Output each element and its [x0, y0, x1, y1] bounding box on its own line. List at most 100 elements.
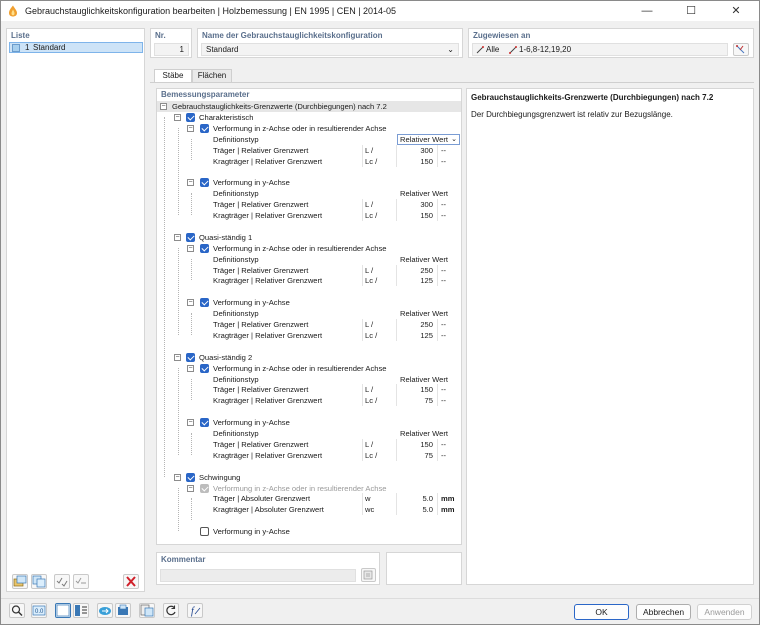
direction-checkbox[interactable] — [200, 123, 209, 133]
limit-value-row[interactable]: Träger | Relativer Grenzwert L / 250 -- — [157, 319, 461, 330]
limit-value[interactable]: 300 — [397, 145, 433, 156]
close-window-button[interactable]: ✕ — [714, 1, 758, 21]
defaults-button[interactable] — [139, 603, 155, 618]
tree-group-row[interactable]: − Schwingung — [157, 472, 461, 483]
copy-item-button[interactable] — [31, 574, 47, 589]
comment-input[interactable] — [160, 569, 356, 582]
apply-button[interactable]: Anwenden — [697, 604, 752, 620]
export-button[interactable] — [115, 603, 131, 618]
tree-direction-row[interactable]: − Verformung in y-Achse — [157, 177, 461, 188]
tree-group-row[interactable]: − Quasi-ständig 2 — [157, 352, 461, 363]
search-tool-button[interactable] — [9, 603, 25, 618]
limit-value[interactable]: 150 — [397, 384, 433, 395]
limit-value-row[interactable]: Kragträger | Relativer Grenzwert Lc / 12… — [157, 329, 461, 341]
limit-value[interactable]: 125 — [397, 275, 433, 286]
tree-root-row[interactable]: − Gebrauchstauglichkeits-Grenzwerte (Dur… — [157, 101, 461, 112]
limit-value-row[interactable]: Kragträger | Relativer Grenzwert Lc / 15… — [157, 210, 461, 221]
direction-checkbox[interactable] — [200, 418, 209, 428]
uncheck-all-button[interactable] — [73, 574, 89, 589]
delete-item-button[interactable] — [123, 574, 139, 589]
definition-type-row[interactable]: Definitionstyp Relativer Wert — [157, 254, 461, 265]
toggle-view-button[interactable] — [55, 603, 71, 618]
direction-checkbox[interactable] — [200, 483, 209, 493]
group-checkbox[interactable] — [186, 232, 195, 242]
units-button[interactable]: 0.0 — [31, 603, 47, 618]
limit-value-row[interactable]: Träger | Relativer Grenzwert L / 300 -- — [157, 199, 461, 211]
limit-value-row[interactable]: Kragträger | Absoluter Grenzwert wc 5.0 … — [157, 504, 461, 516]
tree-direction-row[interactable]: − Verformung in y-Achse — [157, 417, 461, 428]
limit-value[interactable]: 250 — [397, 265, 433, 276]
minimize-button[interactable]: — — [625, 1, 669, 21]
tab-staebe[interactable]: Stäbe — [154, 69, 192, 83]
tree-direction-row[interactable]: − Verformung in y-Achse — [157, 297, 461, 308]
select-members-button[interactable] — [733, 43, 749, 56]
tree-direction-row[interactable]: Verformung in y-Achse — [157, 526, 461, 537]
new-item-button[interactable] — [12, 574, 28, 589]
tree-group-row[interactable]: − Charakteristisch — [157, 112, 461, 123]
limit-value-row[interactable]: Träger | Relativer Grenzwert L / 150 -- — [157, 438, 461, 450]
comment-library-button[interactable] — [361, 568, 376, 582]
tree-group-row[interactable]: − Quasi-ständig 1 — [157, 232, 461, 243]
ok-button[interactable]: OK — [574, 604, 629, 620]
import-button[interactable] — [97, 603, 113, 618]
limit-value[interactable]: 75 — [397, 450, 433, 461]
definition-type-select[interactable]: Relativer Wert ⌄ — [397, 133, 460, 145]
collapse-icon[interactable]: − — [187, 299, 194, 307]
direction-checkbox[interactable] — [200, 527, 209, 537]
collapse-icon[interactable]: − — [187, 244, 194, 252]
reset-button[interactable] — [163, 603, 179, 618]
limit-value[interactable]: 150 — [397, 210, 433, 221]
maximize-button[interactable]: ☐ — [669, 1, 713, 21]
limit-value[interactable]: 75 — [397, 395, 433, 406]
tree-direction-row[interactable]: − Verformung in z-Achse oder in resultie… — [157, 123, 461, 134]
collapse-icon[interactable]: − — [174, 113, 181, 121]
limit-value[interactable]: 300 — [397, 199, 433, 210]
collapse-icon[interactable]: − — [174, 473, 181, 481]
definition-type-row[interactable]: Definitionstyp Relativer Wert ⌄ — [157, 133, 461, 145]
formula-button[interactable]: f — [187, 603, 203, 618]
direction-checkbox[interactable] — [200, 298, 209, 308]
limit-value-row[interactable]: Träger | Relativer Grenzwert L / 150 -- — [157, 384, 461, 396]
definition-type-row[interactable]: Definitionstyp Relativer Wert — [157, 428, 461, 439]
group-checkbox[interactable] — [186, 112, 195, 122]
limit-value[interactable]: 150 — [397, 156, 433, 167]
limit-value[interactable]: 125 — [397, 330, 433, 341]
cancel-button[interactable]: Abbrechen — [636, 604, 691, 620]
collapse-icon[interactable]: − — [187, 364, 194, 372]
definition-type-row[interactable]: Definitionstyp Relativer Wert — [157, 188, 461, 199]
collapse-icon[interactable]: − — [187, 419, 194, 427]
collapse-icon[interactable]: − — [187, 179, 194, 187]
group-checkbox[interactable] — [186, 472, 195, 482]
limit-value[interactable]: 250 — [397, 319, 433, 330]
limit-value[interactable]: 5.0 — [397, 493, 433, 504]
collapse-icon[interactable]: − — [160, 103, 167, 110]
name-select[interactable]: Standard ⌄ — [201, 43, 459, 56]
limit-value-row[interactable]: Kragträger | Relativer Grenzwert Lc / 15… — [157, 155, 461, 167]
table-view-button[interactable] — [73, 603, 89, 618]
limit-value-row[interactable]: Kragträger | Relativer Grenzwert Lc / 75… — [157, 449, 461, 461]
collapse-icon[interactable]: − — [174, 233, 181, 241]
direction-checkbox[interactable] — [200, 243, 209, 253]
limit-value-row[interactable]: Träger | Absoluter Grenzwert w 5.0 mm — [157, 493, 461, 505]
tree-direction-row[interactable]: − Verformung in z-Achse oder in resultie… — [157, 243, 461, 254]
limit-value-row[interactable]: Kragträger | Relativer Grenzwert Lc / 12… — [157, 275, 461, 287]
group-checkbox[interactable] — [186, 352, 195, 362]
limit-value[interactable]: 150 — [397, 439, 433, 450]
tab-flaechen[interactable]: Flächen — [192, 69, 232, 82]
check-all-button[interactable] — [54, 574, 70, 589]
limit-value[interactable]: 5.0 — [397, 504, 433, 515]
list-item[interactable]: 1 Standard — [9, 42, 143, 53]
tree-direction-row[interactable]: − Verformung in z-Achse oder in resultie… — [157, 363, 461, 374]
limit-unit: -- — [441, 439, 447, 449]
tree-direction-row[interactable]: − Verformung in z-Achse oder in resultie… — [157, 483, 461, 494]
definition-type-row[interactable]: Definitionstyp Relativer Wert — [157, 374, 461, 385]
definition-type-row[interactable]: Definitionstyp Relativer Wert — [157, 308, 461, 319]
direction-checkbox[interactable] — [200, 363, 209, 373]
collapse-icon[interactable]: − — [187, 124, 194, 132]
collapse-icon[interactable]: − — [187, 484, 194, 492]
limit-value-row[interactable]: Kragträger | Relativer Grenzwert Lc / 75… — [157, 395, 461, 407]
direction-checkbox[interactable] — [200, 178, 209, 188]
limit-value-row[interactable]: Träger | Relativer Grenzwert L / 250 -- — [157, 264, 461, 276]
limit-value-row[interactable]: Träger | Relativer Grenzwert L / 300 -- — [157, 144, 461, 156]
collapse-icon[interactable]: − — [174, 353, 181, 361]
